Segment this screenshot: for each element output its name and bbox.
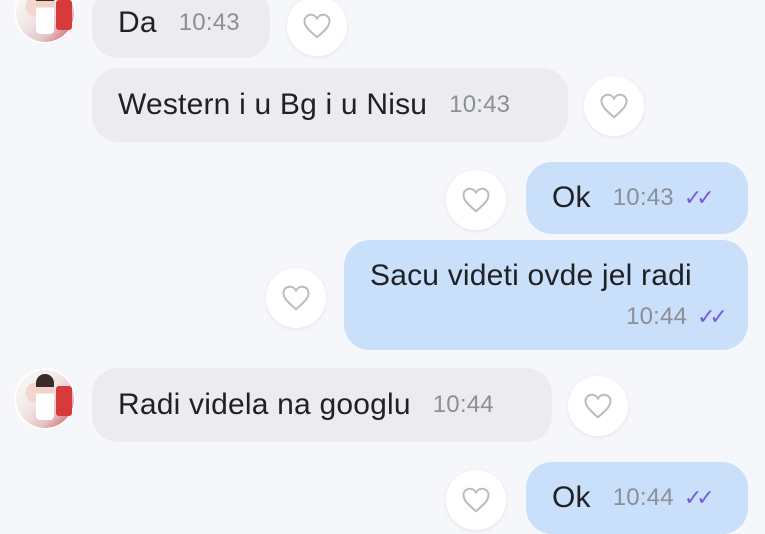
heart-outline-icon xyxy=(584,393,612,419)
heart-outline-icon xyxy=(303,13,331,39)
avatar-figure xyxy=(36,374,54,420)
double-check-icon: ✓✓ xyxy=(683,185,715,210)
double-check-icon: ✓✓ xyxy=(697,304,728,329)
contact-avatar[interactable] xyxy=(14,0,76,44)
contact-avatar[interactable] xyxy=(14,368,76,430)
like-button[interactable] xyxy=(584,76,644,136)
message-text: Da xyxy=(118,6,157,39)
incoming-message[interactable]: Western i u Bg i u Nisu 10:43 xyxy=(92,68,568,142)
avatar-chair xyxy=(56,386,72,416)
outgoing-message[interactable]: Ok 10:44 ✓✓ xyxy=(526,462,748,534)
double-check-icon: ✓✓ xyxy=(683,485,715,510)
heart-outline-icon xyxy=(600,93,628,119)
avatar-chair xyxy=(56,0,72,30)
message-text: Western i u Bg i u Nisu xyxy=(118,88,428,121)
like-button[interactable] xyxy=(446,170,506,230)
like-button[interactable] xyxy=(266,268,326,328)
outgoing-message[interactable]: Ok 10:43 ✓✓ xyxy=(526,162,748,234)
like-button[interactable] xyxy=(568,376,628,436)
message-text: Ok xyxy=(552,181,591,214)
message-time: 10:43 xyxy=(612,184,674,211)
message-text: Radi videla na googlu xyxy=(118,388,411,421)
message-time: 10:43 xyxy=(178,9,240,36)
heart-outline-icon xyxy=(462,187,490,213)
like-button[interactable] xyxy=(287,0,347,56)
outgoing-message[interactable]: Sacu videti ovde jel radi 10:44 ✓✓ xyxy=(344,240,748,350)
incoming-message[interactable]: Da 10:43 xyxy=(92,0,270,58)
message-text: Sacu videti ovde jel radi xyxy=(370,259,692,292)
message-time: 10:44 xyxy=(626,303,688,330)
message-time: 10:44 xyxy=(432,391,494,418)
like-button[interactable] xyxy=(446,470,506,530)
avatar-figure xyxy=(36,0,54,34)
message-time: 10:44 xyxy=(612,484,674,511)
heart-outline-icon xyxy=(282,285,310,311)
incoming-message[interactable]: Radi videla na googlu 10:44 xyxy=(92,368,552,442)
message-meta: 10:44 ✓✓ xyxy=(626,303,728,331)
message-time: 10:43 xyxy=(449,91,511,118)
